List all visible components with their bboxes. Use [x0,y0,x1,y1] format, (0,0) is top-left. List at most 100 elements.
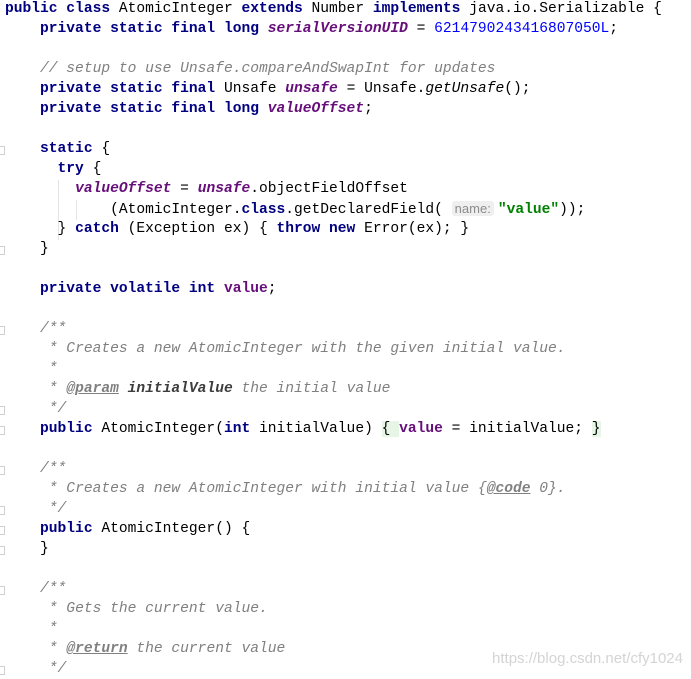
code-line[interactable]: } catch (Exception ex) { throw new Error… [5,219,470,239]
code-token-plain: AtomicInteger [118,1,242,17]
code-line[interactable]: */ [5,659,67,679]
code-token-comment: */ [48,661,67,677]
code-token-plain: ; [364,101,373,117]
matched-brace: { [381,421,400,437]
code-token-plain: = initialValue; [442,421,592,437]
code-token-kw: try [57,161,93,177]
parameter-hint: name: [451,201,494,216]
code-line[interactable]: private static final long serialVersionU… [5,19,618,39]
code-line[interactable]: private volatile int value; [5,279,276,299]
code-token-sfield: unsafe [285,81,338,97]
code-token-doctag: @param [66,381,119,397]
code-token-comment: * [48,641,67,657]
code-token-comment: * [48,361,58,377]
code-line[interactable]: * Creates a new AtomicInteger with the g… [5,339,566,359]
code-token-plain: { [101,141,111,157]
code-line[interactable]: public class AtomicInteger extends Numbe… [5,0,662,19]
code-line[interactable]: } [5,539,49,559]
code-line[interactable]: /** [5,579,66,599]
code-token-kw: public class [5,1,119,17]
code-token-plain: = Unsafe. [337,81,426,97]
code-line[interactable]: * @param initialValue the initial value [5,379,391,399]
code-line[interactable]: * Gets the current value. [5,599,268,619]
code-line[interactable]: /** [5,459,66,479]
code-line[interactable]: * @return the current value [5,639,285,659]
code-token-comment: /** [40,461,67,477]
code-token-comment: // setup to use Unsafe.compareAndSwapInt… [40,61,496,77]
code-token-kw: throw new [276,221,365,237]
code-token-plain: Unsafe [223,81,286,97]
code-token-plain: Error(ex); } [364,221,470,237]
code-token-comment: * [48,621,58,637]
code-token-kw: implements [372,1,470,17]
code-line[interactable]: public AtomicInteger(int initialValue) {… [5,419,601,439]
code-line[interactable]: * Creates a new AtomicInteger with initi… [5,479,566,499]
code-token-smethod: getUnsafe [425,81,505,97]
code-line[interactable]: // setup to use Unsafe.compareAndSwapInt… [5,59,495,79]
code-line[interactable]: public AtomicInteger() { [5,519,250,539]
code-line[interactable]: try { [5,159,102,179]
code-line[interactable]: */ [5,399,67,419]
code-line[interactable]: } [5,239,49,259]
code-token-plain: AtomicInteger( [101,421,224,437]
code-token-kw: catch [75,221,128,237]
code-token-plain: ; [609,21,619,37]
code-token-comment: * Creates a new AtomicInteger with the g… [48,341,566,357]
code-line[interactable]: static { [5,139,110,159]
code-line[interactable]: private static final Unsafe unsafe = Uns… [5,79,530,99]
code-token-plain: .objectFieldOffset [250,181,408,197]
code-token-comment: */ [48,401,67,417]
code-token-doctag: @return [66,641,128,657]
code-token-plain: = [171,181,198,197]
code-token-kw: int [223,421,259,437]
code-token-plain: (Exception ex) { [127,221,277,237]
code-token-comment: the current value [127,641,286,657]
code-line[interactable]: valueOffset = unsafe.objectFieldOffset [5,179,408,199]
watermark: https://blog.csdn.net/cfy1024 [492,650,683,667]
code-token-comment: * [48,381,67,397]
code-token-plain: } [5,541,49,557]
code-line[interactable]: /** [5,319,66,339]
code-token-kw: extends [241,1,312,17]
code-line[interactable]: private static final long valueOffset; [5,99,373,119]
code-token-kw: private static final long [40,101,268,117]
code-token-comment: * Gets the current value. [48,601,268,617]
code-token-kw: public [40,521,102,537]
code-token-sfield: valueOffset [75,181,172,197]
code-line[interactable]: * [5,619,58,639]
code-token-str: "value" [497,202,560,218]
code-editor[interactable]: public class AtomicInteger extends Numbe… [0,0,691,678]
code-token-kw: public [40,421,102,437]
code-token-plain: { [92,161,102,177]
code-token-kw: private volatile int [40,281,224,297]
matched-brace: } [591,421,601,437]
code-token-field: value [399,421,443,437]
code-token-kw: private static final long [40,21,268,37]
code-line[interactable]: * [5,359,58,379]
code-line[interactable]: (AtomicInteger.class.getDeclaredField( n… [5,199,585,219]
code-token-kw: static [40,141,102,157]
code-token-comment: */ [48,501,67,517]
code-line[interactable]: */ [5,499,67,519]
code-token-sfield: unsafe [197,181,251,197]
